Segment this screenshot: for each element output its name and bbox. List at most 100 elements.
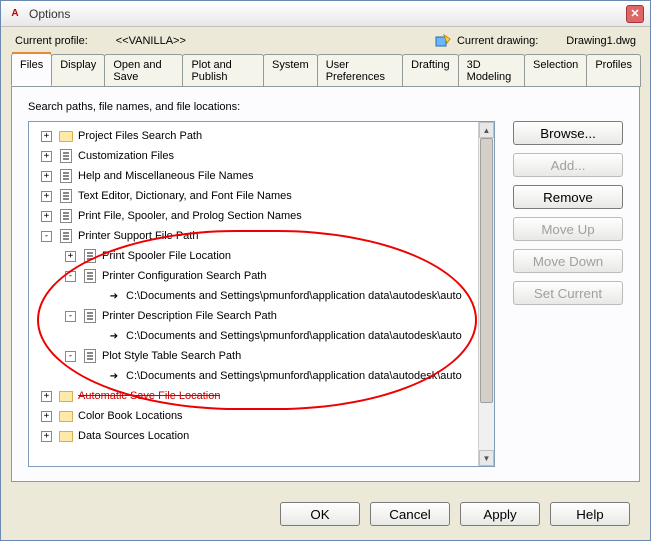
tree-node[interactable]: + Help and Miscellaneous File Names [29,166,478,186]
window-title: Options [29,7,70,21]
expand-icon[interactable]: + [41,431,52,442]
tab-plot-and-publish[interactable]: Plot and Publish [182,54,264,87]
folder-open-icon [58,428,74,444]
file-icon [58,188,74,204]
tree-node-label: Project Files Search Path [78,130,202,142]
tab-selection[interactable]: Selection [524,54,587,87]
apply-button[interactable]: Apply [460,502,540,526]
collapse-icon[interactable]: - [65,271,76,282]
tree-node-label: Plot Style Table Search Path [102,350,241,362]
tab-display[interactable]: Display [51,54,105,87]
current-profile-value: <<VANILLA>> [116,35,186,47]
tree-view[interactable]: + Project Files Search Path + Customization… [28,121,495,467]
folder-open-icon [58,408,74,424]
drawing-icon [435,33,451,49]
tree-node-label: C:\Documents and Settings\pmunford\appli… [126,330,462,342]
expand-icon[interactable]: + [41,211,52,222]
tree-node[interactable]: - Printer Description File Search Path [29,306,478,326]
tree-node-label: Help and Miscellaneous File Names [78,170,253,182]
tree-node[interactable]: + Customization Files [29,146,478,166]
scroll-down-icon[interactable]: ▼ [479,450,494,466]
set-current-button[interactable]: Set Current [513,281,623,305]
expand-icon[interactable]: + [41,391,52,402]
expand-icon[interactable]: + [41,171,52,182]
tree-node-label: Automatic Save File Location [78,390,220,402]
scrollbar[interactable]: ▲ ▼ [478,122,494,466]
tab-files[interactable]: Files [11,53,52,86]
tree-node-label: Printer Description File Search Path [102,310,277,322]
folder-open-icon [58,388,74,404]
tree-node[interactable]: + Text Editor, Dictionary, and Font File … [29,186,478,206]
tree-node-label: Text Editor, Dictionary, and Font File N… [78,190,292,202]
move-up-button[interactable]: Move Up [513,217,623,241]
app-icon: A [7,6,23,22]
scroll-thumb[interactable] [480,138,493,403]
tree-node-label: Printer Configuration Search Path [102,270,266,282]
tree-node[interactable]: + Project Files Search Path [29,126,478,146]
current-drawing-label: Current drawing: [457,35,538,47]
tree-node[interactable]: ➔C:\Documents and Settings\pmunford\appl… [29,366,478,386]
expand-icon[interactable]: + [41,131,52,142]
tree-node[interactable]: + Print File, Spooler, and Prolog Section… [29,206,478,226]
browse-button[interactable]: Browse... [513,121,623,145]
spacer [89,371,100,382]
add-button[interactable]: Add... [513,153,623,177]
tree-node-label: Customization Files [78,150,174,162]
tree-node[interactable]: - Plot Style Table Search Path [29,346,478,366]
spacer [89,331,100,342]
file-icon [58,168,74,184]
options-dialog: A Options ✕ Current profile: <<VANILLA>>… [0,0,651,541]
scroll-up-icon[interactable]: ▲ [479,122,494,138]
remove-button[interactable]: Remove [513,185,623,209]
tree-node[interactable]: + Color Book Locations [29,406,478,426]
file-icon [58,148,74,164]
spacer [89,291,100,302]
tree-node-label: Print File, Spooler, and Prolog Section … [78,210,302,222]
expand-icon[interactable]: + [41,151,52,162]
ok-button[interactable]: OK [280,502,360,526]
tree-node-label: Printer Support File Path [78,230,198,242]
folder-icon [58,128,74,144]
current-drawing-value: Drawing1.dwg [566,35,636,47]
file-icon [82,268,98,284]
file-icon [82,348,98,364]
move-down-button[interactable]: Move Down [513,249,623,273]
tree-node-label: Print Spooler File Location [102,250,231,262]
file-icon [58,228,74,244]
titlebar: A Options ✕ [1,1,650,27]
tab-system[interactable]: System [263,54,318,87]
expand-icon[interactable]: + [41,411,52,422]
tab-open-and-save[interactable]: Open and Save [104,54,183,87]
tree-node[interactable]: ➔ C:\Documents and Settings\pmunford\appl… [29,326,478,346]
tree-node[interactable]: - Printer Support File Path [29,226,478,246]
file-icon [58,208,74,224]
tree-node-label: Color Book Locations [78,410,183,422]
tree-node[interactable]: + Data Sources Location [29,426,478,446]
cancel-button[interactable]: Cancel [370,502,450,526]
tab-profiles[interactable]: Profiles [586,54,641,87]
collapse-icon[interactable]: - [41,231,52,242]
tree-node-label: Data Sources Location [78,430,189,442]
tab-drafting[interactable]: Drafting [402,54,459,87]
tree-node[interactable]: - Printer Configuration Search Path [29,266,478,286]
tree-node[interactable]: + Automatic Save File Location [29,386,478,406]
expand-icon[interactable]: + [41,191,52,202]
path-arrow-icon: ➔ [106,288,122,304]
expand-icon[interactable]: + [65,251,76,262]
collapse-icon[interactable]: - [65,351,76,362]
tree-node[interactable]: + Print Spooler File Location [29,246,478,266]
help-button[interactable]: Help [550,502,630,526]
tab-user-preferences[interactable]: User Preferences [317,54,403,87]
profile-bar: Current profile: <<VANILLA>> Current dra… [1,27,650,53]
close-icon[interactable]: ✕ [626,5,644,23]
side-buttons: Browse... Add... Remove Move Up Move Dow… [513,121,623,467]
current-profile-label: Current profile: [15,35,88,47]
dialog-buttons: OK Cancel Apply Help [1,492,650,540]
collapse-icon[interactable]: - [65,311,76,322]
tree-node-label: C:\Documents and Settings\pmunford\appli… [126,290,462,302]
tree-node-label: C:\Documents and Settings\pmunford\appli… [126,370,462,382]
panel-title: Search paths, file names, and file locat… [28,101,623,113]
tree-node[interactable]: ➔ C:\Documents and Settings\pmunford\appl… [29,286,478,306]
tab-3d-modeling[interactable]: 3D Modeling [458,54,525,87]
path-arrow-icon: ➔ [106,328,122,344]
